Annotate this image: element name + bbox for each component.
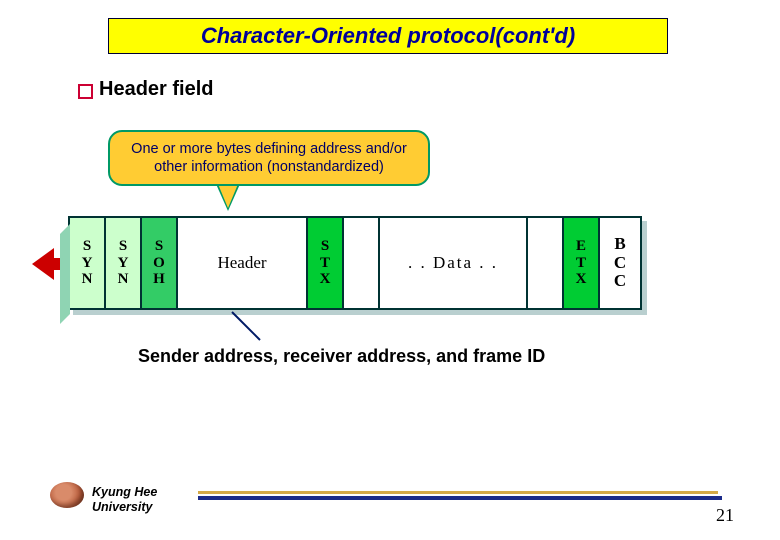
footer-rule-gold [198, 491, 718, 494]
bullet-row: Header field [78, 78, 213, 101]
university-logo-icon [50, 482, 84, 508]
footer-rule-blue [198, 496, 722, 500]
cell-bcc: B C C [600, 218, 640, 308]
cell-syn-1: S Y N [70, 218, 106, 308]
leader-line [232, 312, 272, 342]
bullet-icon [78, 84, 93, 99]
caption-text: Sender address, receiver address, and fr… [138, 346, 545, 367]
cell-data-left [344, 218, 380, 308]
slide-title: Character-Oriented protocol(cont'd) [201, 23, 575, 49]
callout-tail [218, 184, 238, 208]
cell-etx: E T X [564, 218, 600, 308]
callout-text: One or more bytes defining address and/o… [120, 140, 418, 176]
cell-syn-2: S Y N [106, 218, 142, 308]
cell-data-right [528, 218, 564, 308]
cell-header: Header [178, 218, 308, 308]
university-name: Kyung HeeUniversity [92, 485, 157, 514]
cell-data: . . Data . . [380, 218, 528, 308]
frame-diagram: S Y N S Y N S O H Header S T X . . Data … [32, 216, 748, 310]
callout-box: One or more bytes defining address and/o… [108, 130, 430, 186]
slide-title-bar: Character-Oriented protocol(cont'd) [108, 18, 668, 54]
cell-stx: S T X [308, 218, 344, 308]
page-number: 21 [716, 505, 734, 526]
bullet-text: Header field [99, 78, 213, 101]
frame-strip: S Y N S Y N S O H Header S T X . . Data … [68, 216, 642, 310]
cell-soh: S O H [142, 218, 178, 308]
